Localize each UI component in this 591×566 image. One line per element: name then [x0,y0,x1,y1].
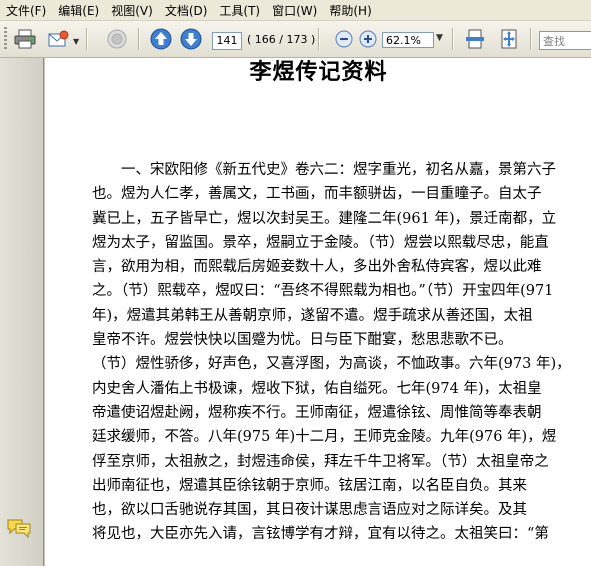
text-line: 年)，煜遣其弟韩王从善朝京师，遂留不遣。煜手疏求从善还国，太祖 [92,307,533,324]
down-arrow-icon [180,28,202,50]
navigation-tab-strip [0,58,44,566]
search-input[interactable]: 查找 [539,31,591,50]
zoom-out-icon [335,30,353,48]
menu-item[interactable]: 帮助(H) [323,2,377,19]
text-line: 冀已上，五子皆早亡，煜以次封吴王。建隆二年(961 年)，景迁南都，立 [92,210,557,227]
email-button[interactable] [46,27,72,51]
zoom-level-input[interactable]: 62.1% [382,32,434,48]
text-line: 煜为太子，留监国。景卒，煜嗣立于金陵。（节）煜尝以熙载尽忠，能直 [92,234,549,251]
up-arrow-icon [150,28,172,50]
text-line: （节）煜性骄侈，好声色，又喜浮图，为高谈，不恤政事。六年(973 年)， [92,356,571,373]
previous-page-button[interactable] [148,27,174,51]
toolbar-grip[interactable] [4,27,7,51]
menu-bar: 文件(F) 编辑(E) 视图(V) 文档(D) 工具(T) 窗口(W) 帮助(H) [0,0,591,21]
fit-page-button[interactable] [496,27,522,51]
menu-item[interactable]: 编辑(E) [52,2,105,19]
page-number-input[interactable]: 141 [212,32,242,50]
toolbar-separator [530,28,531,50]
fit-page-icon [501,29,517,49]
text-line: 皇帝不许。煜尝快快以国蹙为忧。日与臣下酣宴，愁思悲歌不已。 [92,332,513,349]
fit-width-button[interactable] [462,27,488,51]
text-line: 帝遣使诏煜赴阙，煜称疾不行。王师南征，煜遣徐铉、周惟简等奉表朝 [92,404,542,421]
text-line: 之。（节）熙载卒，煜叹曰：“吾终不得熙载为相也。”（节）开宝四年(971 [92,283,554,300]
zoom-in-button[interactable] [358,27,378,51]
text-line: 一、宋欧阳修《新五代史》卷六二：煜字重光，初名从嘉，景第六子 [92,162,556,178]
email-icon [48,30,69,47]
menu-item[interactable]: 文件(F) [0,2,52,19]
toolbar-separator [318,28,319,50]
printer-icon [14,29,36,49]
text-line: 内史舍人潘佑上书极谏，煜收下狱，佑自缢死。七年(974 年)，太祖皇 [92,380,542,397]
toolbar-separator [138,28,139,50]
chevron-down-icon[interactable]: ▼ [73,37,79,46]
text-line: 也，欲以口舌驰说存其国，其日夜计谋思虑言语应对之际详矣。及其 [92,502,527,519]
text-line: 廷求缓师，不答。八年(975 年)十二月，王师克金陵。九年(976 年)，煜 [92,429,557,446]
disabled-circle-icon [107,29,127,49]
document-view[interactable]: 李煜传记资料 一、宋欧阳修《新五代史》卷六二：煜字重光，初名从嘉，景第六子 也。煜… [46,58,591,566]
toolbar: ▼ 141 ( 166 / 173 ) 62.1% ▼ 查找 [0,21,591,58]
fit-width-icon [466,29,484,49]
menu-item[interactable]: 工具(T) [213,2,266,19]
toolbar-separator [452,28,453,50]
zoom-in-icon [359,30,377,48]
menu-item[interactable]: 视图(V) [105,2,159,19]
document-title: 李煜传记资料 [249,59,388,85]
text-line: 也。煜为人仁孝，善属文，工书画，而丰额骈齿，一目重瞳子。自太子 [92,186,542,203]
print-button[interactable] [12,27,38,51]
text-line: 将见也，大臣亦先入请，言铉博学有才辩，宜有以待之。太祖笑曰：“第 [92,526,549,543]
zoom-dropdown-icon[interactable]: ▼ [436,33,443,43]
text-line: 俘至京师，太祖赦之，封煜违命侯，拜左千牛卫将军。（节）太祖皇帝之 [92,453,549,470]
menu-item[interactable]: 窗口(W) [266,2,323,19]
text-line: 言，欲用为相，而熙载后房姬妾数十人，多出外舍私侍宾客，煜以此难 [92,259,542,276]
text-line: 出师南征也，煜遣其臣徐铉朝于京师。铉居江南，以名臣自负。其来 [92,477,527,494]
disabled-tool-button[interactable] [104,27,130,51]
next-page-button[interactable] [178,27,204,51]
menu-item[interactable]: 文档(D) [159,2,214,19]
page-count-label: ( 166 / 173 ) [247,33,316,46]
toolbar-separator [86,28,87,50]
comments-icon[interactable] [6,518,32,538]
zoom-out-button[interactable] [334,27,354,51]
document-body: 一、宋欧阳修《新五代史》卷六二：煜字重光，初名从嘉，景第六子 也。煜为人仁孝，善属… [92,158,584,547]
